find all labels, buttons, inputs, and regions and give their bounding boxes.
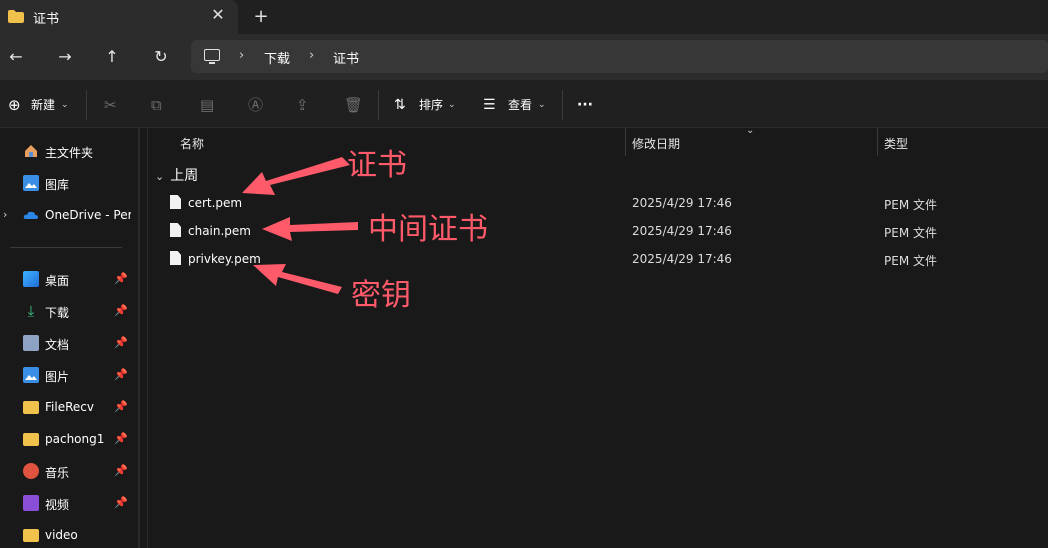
share-icon[interactable]: ⇪ xyxy=(296,94,309,116)
chevron-down-icon: ⌄ xyxy=(448,100,456,110)
new-button[interactable]: 新建 xyxy=(31,94,55,116)
pin-icon[interactable]: 📌 xyxy=(114,464,128,477)
sort-icon: ⇅ xyxy=(394,97,406,113)
computer-icon xyxy=(204,49,220,61)
chevron-right-icon[interactable]: › xyxy=(239,48,244,63)
folder-icon xyxy=(23,401,39,414)
sidebar-item-pictures[interactable]: 图片 📌 xyxy=(0,361,138,389)
cut-icon[interactable]: ✂ xyxy=(104,94,117,116)
up-arrow-icon[interactable]: ↑ xyxy=(100,45,124,69)
sidebar-item-documents[interactable]: 文档 📌 xyxy=(0,329,138,357)
folder-icon xyxy=(23,433,39,446)
group-header-last-week[interactable]: ⌄ 上周 xyxy=(155,165,198,185)
desktop-icon xyxy=(23,271,39,287)
home-icon xyxy=(23,143,39,159)
file-icon xyxy=(170,195,181,209)
sidebar-item-desktop[interactable]: 桌面 📌 xyxy=(0,265,138,293)
pin-icon[interactable]: 📌 xyxy=(114,304,128,317)
sidebar-item-filerecv[interactable]: FileRecv 📌 xyxy=(0,393,138,421)
pin-icon[interactable]: 📌 xyxy=(114,272,128,285)
video-icon xyxy=(23,495,39,511)
tab-certificates[interactable]: 证书 ✕ xyxy=(0,0,238,34)
chevron-down-icon: ⌄ xyxy=(538,100,546,110)
sidebar-item-downloads[interactable]: ⤓ 下载 📌 xyxy=(0,297,138,325)
back-arrow-icon[interactable]: ← xyxy=(4,45,28,69)
sort-button[interactable]: 排序 xyxy=(419,94,443,116)
download-icon: ⤓ xyxy=(27,302,35,320)
tab-title: 证书 xyxy=(33,12,60,27)
pin-icon[interactable]: 📌 xyxy=(114,336,128,349)
refresh-icon[interactable]: ↻ xyxy=(149,45,173,69)
file-icon xyxy=(170,223,181,237)
file-row-chain[interactable]: chain.pem 2025/4/29 17:46 PEM 文件 xyxy=(149,217,1048,245)
view-button[interactable]: 查看 xyxy=(508,94,532,116)
close-tab-icon[interactable]: ✕ xyxy=(208,5,228,25)
folder-icon xyxy=(8,10,24,23)
file-row-cert[interactable]: cert.pem 2025/4/29 17:46 PEM 文件 xyxy=(149,189,1048,217)
more-options-button[interactable]: ··· xyxy=(577,94,593,116)
annotation-privkey: 密钥 xyxy=(351,278,411,313)
pictures-icon xyxy=(23,367,39,383)
cloud-icon xyxy=(23,207,39,223)
file-icon xyxy=(170,251,181,265)
sidebar-item-home[interactable]: 主文件夹 xyxy=(0,137,138,165)
view-icon: ☰ xyxy=(483,97,496,113)
column-header-name[interactable]: 名称 xyxy=(180,135,204,152)
pin-icon[interactable]: 📌 xyxy=(114,496,128,509)
column-header-date[interactable]: 修改日期 xyxy=(632,135,680,152)
sidebar-item-music[interactable]: 音乐 📌 xyxy=(0,457,138,485)
sidebar-divider xyxy=(10,247,122,248)
sort-chevron-icon: ⌄ xyxy=(746,125,755,136)
folder-icon xyxy=(23,529,39,542)
breadcrumb-certificates[interactable]: 证书 xyxy=(333,48,359,67)
pin-icon[interactable]: 📌 xyxy=(114,368,128,381)
sidebar-item-pachong1[interactable]: pachong1 📌 xyxy=(0,425,138,453)
rename-icon[interactable]: Ⓐ xyxy=(248,94,263,116)
file-row-privkey[interactable]: privkey.pem 2025/4/29 17:46 PEM 文件 xyxy=(149,245,1048,273)
address-bar[interactable]: › 下载 › 证书 xyxy=(191,40,1048,73)
pin-icon[interactable]: 📌 xyxy=(114,400,128,413)
tab-bar: 证书 ✕ + xyxy=(0,0,1048,34)
file-list: 名称 ⌄ 修改日期 类型 ⌄ 上周 cert.pem 2025/4/29 17:4… xyxy=(149,125,1048,548)
annotation-chain: 中间证书 xyxy=(368,212,488,247)
delete-icon[interactable]: 🗑 xyxy=(344,94,363,116)
chevron-down-icon: ⌄ xyxy=(155,170,165,183)
chevron-right-icon[interactable]: › xyxy=(3,208,7,221)
paste-icon[interactable]: ▤ xyxy=(200,94,214,116)
plus-circle-icon: ⊕ xyxy=(8,96,21,114)
document-icon xyxy=(23,335,39,351)
command-bar: ⊕ 新建 ⌄ ✂ ⧉ ▤ Ⓐ ⇪ 🗑 ⇅ 排序 ⌄ ☰ 查看 ⌄ ··· xyxy=(0,80,1048,128)
pin-icon[interactable]: 📌 xyxy=(114,432,128,445)
music-icon xyxy=(23,463,39,479)
breadcrumb-downloads[interactable]: 下载 xyxy=(264,48,290,67)
sidebar-item-videos[interactable]: 视频 📌 xyxy=(0,489,138,517)
chevron-right-icon[interactable]: › xyxy=(309,48,314,63)
column-header-type[interactable]: 类型 xyxy=(884,135,908,152)
new-tab-button[interactable]: + xyxy=(250,6,272,28)
annotation-cert: 证书 xyxy=(347,148,407,183)
gallery-icon xyxy=(23,175,39,191)
navigation-bar: ← → ↑ ↻ › 下载 › 证书 xyxy=(0,34,1048,80)
sidebar-item-video-folder[interactable]: video xyxy=(0,521,138,548)
sidebar-item-gallery[interactable]: 图库 xyxy=(0,169,138,197)
navigation-pane: 主文件夹 图库 › OneDrive - Per 桌面 📌 ⤓ 下载 📌 文档 … xyxy=(0,128,148,548)
sidebar-item-onedrive[interactable]: › OneDrive - Per xyxy=(0,201,138,229)
sidebar-scrollbar[interactable] xyxy=(138,128,140,548)
chevron-down-icon: ⌄ xyxy=(61,100,69,110)
forward-arrow-icon[interactable]: → xyxy=(53,45,77,69)
copy-icon[interactable]: ⧉ xyxy=(151,94,162,116)
